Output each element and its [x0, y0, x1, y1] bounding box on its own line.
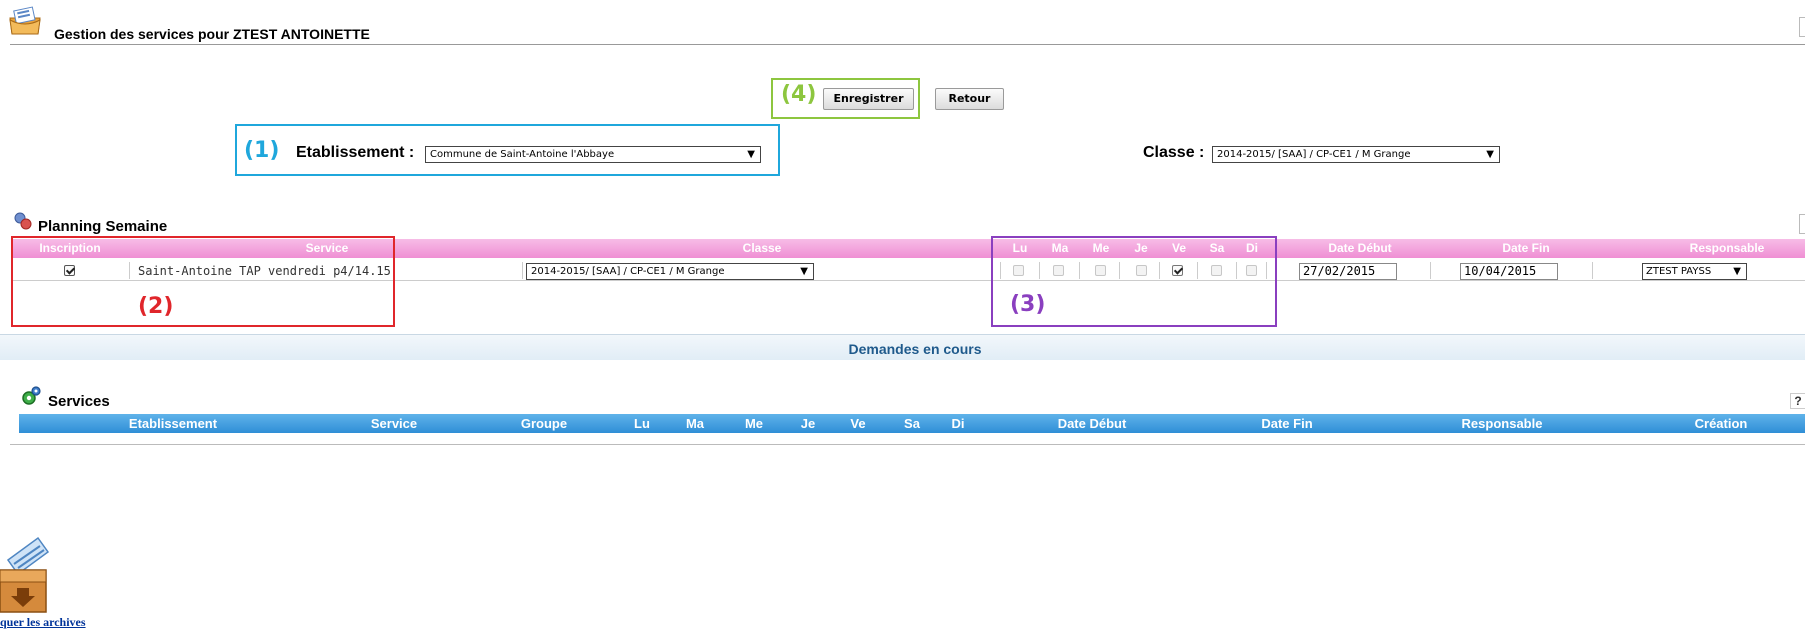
cell-divider	[522, 262, 523, 279]
demandes-band: Demandes en cours	[0, 334, 1805, 360]
help-icon[interactable]: ?	[1790, 393, 1805, 409]
annotation-number-2: (2)	[138, 294, 174, 319]
col-responsable: Responsable	[1689, 241, 1765, 255]
annotation-box-2	[11, 236, 395, 327]
back-button[interactable]: Retour	[935, 88, 1004, 110]
chevron-down-icon: ▼	[800, 266, 808, 277]
annotation-number-4: (4)	[781, 82, 817, 107]
archives-link[interactable]: quer les archives	[0, 615, 86, 630]
col-date-fin: Date Fin	[1502, 241, 1550, 255]
services-gear-icon	[20, 385, 42, 407]
col-di: Di	[951, 416, 965, 431]
classe-label: Classe :	[1143, 144, 1205, 161]
col-responsable: Responsable	[1461, 416, 1543, 431]
chevron-down-icon: ▼	[747, 149, 755, 160]
classe-select-value: 2014-2015/ [SAA] / CP-CE1 / M Grange	[1217, 149, 1411, 160]
col-date-fin: Date Fin	[1261, 416, 1313, 431]
services-folder-icon	[8, 6, 42, 36]
annotation-number-3: (3)	[1010, 292, 1046, 317]
col-ma: Ma	[685, 416, 705, 431]
col-date-debut: Date Début	[1057, 416, 1127, 431]
planning-icon	[12, 211, 34, 231]
col-ve: Ve	[850, 416, 866, 431]
col-me: Me	[744, 416, 764, 431]
chevron-down-icon: ▼	[1486, 149, 1494, 160]
planning-corner-control	[1799, 214, 1805, 234]
save-button[interactable]: Enregistrer	[823, 88, 914, 110]
date-debut-input[interactable]: 27/02/2015	[1299, 263, 1397, 280]
row-classe-select[interactable]: 2014-2015/ [SAA] / CP-CE1 / M Grange ▼	[526, 263, 814, 280]
chevron-down-icon: ▼	[1733, 266, 1741, 277]
col-creation: Création	[1694, 416, 1748, 431]
cell-divider	[1430, 262, 1431, 279]
col-etablissement: Etablissement	[128, 416, 218, 431]
date-fin-input[interactable]: 10/04/2015	[1460, 263, 1558, 280]
etablissement-label: Etablissement :	[296, 144, 415, 161]
col-groupe: Groupe	[520, 416, 568, 431]
row-classe-select-value: 2014-2015/ [SAA] / CP-CE1 / M Grange	[531, 266, 725, 277]
classe-select[interactable]: 2014-2015/ [SAA] / CP-CE1 / M Grange ▼	[1212, 146, 1500, 163]
col-lu: Lu	[634, 416, 650, 431]
archive-box-icon[interactable]	[0, 530, 52, 614]
col-service: Service	[370, 416, 418, 431]
demandes-title: Demandes en cours	[848, 341, 982, 357]
etablissement-select-value: Commune de Saint-Antoine l'Abbaye	[430, 149, 615, 160]
annotation-number-1: (1)	[244, 138, 280, 163]
services-title: Services	[48, 393, 110, 410]
responsable-select-value: ZTEST PAYSS	[1646, 266, 1712, 277]
services-header: Etablissement Service Groupe Lu Ma Me Je…	[19, 414, 1805, 433]
responsable-select[interactable]: ZTEST PAYSS ▼	[1642, 263, 1747, 280]
col-classe: Classe	[742, 241, 782, 255]
corner-control	[1799, 17, 1805, 37]
planning-title: Planning Semaine	[38, 218, 168, 235]
page-title: Gestion des services pour ZTEST ANTOINET…	[54, 26, 370, 42]
col-date-debut: Date Début	[1328, 241, 1392, 255]
cell-divider	[1592, 262, 1593, 279]
header-divider	[10, 44, 1805, 45]
col-je: Je	[800, 416, 816, 431]
etablissement-select[interactable]: Commune de Saint-Antoine l'Abbaye ▼	[425, 146, 761, 163]
services-bottom-divider	[10, 444, 1805, 445]
col-sa: Sa	[904, 416, 920, 431]
